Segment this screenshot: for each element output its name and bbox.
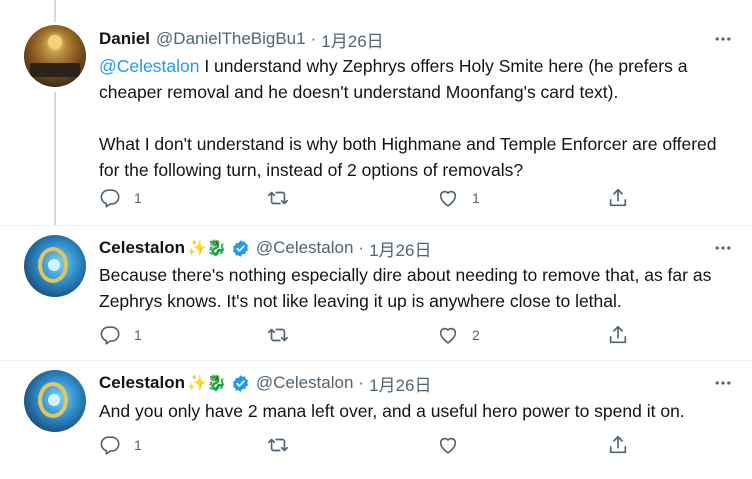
tweet-date[interactable]: 1月26日 (321, 27, 383, 52)
retweet-icon (268, 438, 288, 452)
more-options-icon[interactable] (712, 372, 734, 394)
reply-count: 1 (134, 327, 142, 343)
share-icon (609, 325, 627, 344)
more-options-icon[interactable] (712, 237, 734, 259)
author-name[interactable]: Daniel (99, 29, 150, 49)
retweet-icon (268, 191, 288, 205)
retweet-button[interactable] (267, 185, 302, 211)
verified-badge-icon (231, 239, 250, 258)
retweet-icon (268, 328, 288, 342)
tweet-date[interactable]: 1月26日 (369, 236, 431, 261)
share-button[interactable] (607, 432, 629, 458)
reply-icon (100, 189, 120, 208)
like-count: 1 (472, 190, 480, 206)
share-icon (609, 435, 627, 454)
reply-icon (100, 326, 120, 345)
author-handle[interactable]: @DanielTheBigBu1 (156, 29, 306, 49)
tweet-header: Celestalon ✨🐉 @Celestalon · 1月26日 (99, 371, 712, 396)
reply-button[interactable]: 1 (99, 322, 142, 348)
author-handle[interactable]: @Celestalon (256, 373, 354, 393)
reply-count: 1 (134, 190, 142, 206)
thread-line (54, 0, 56, 22)
author-name[interactable]: Celestalon (99, 238, 185, 258)
tweet[interactable]: Daniel @DanielTheBigBu1 · 1月26日 @Celesta… (0, 0, 752, 225)
heart-icon (439, 437, 457, 454)
like-count: 2 (472, 327, 480, 343)
tweet-text: Because there's nothing especially dire … (99, 265, 717, 311)
avatar[interactable] (24, 235, 86, 297)
more-options-icon[interactable] (712, 28, 734, 50)
author-emoji: ✨🐉 (186, 240, 227, 257)
verified-badge-icon (231, 374, 250, 393)
reply-icon (100, 436, 120, 455)
like-button[interactable]: 1 (437, 185, 480, 211)
reply-button[interactable]: 1 (99, 185, 142, 211)
heart-icon (439, 327, 457, 344)
separator: · (358, 238, 365, 257)
tweet-actions: 1 1 (99, 185, 639, 211)
author-emoji: ✨🐉 (186, 375, 227, 392)
share-button[interactable] (607, 322, 629, 348)
tweet-actions: 1 2 (99, 322, 639, 348)
avatar[interactable] (24, 25, 86, 87)
tweet[interactable]: Celestalon ✨🐉 @Celestalon · 1月26日 Becaus… (0, 225, 752, 360)
author-name[interactable]: Celestalon (99, 373, 185, 393)
avatar[interactable] (24, 370, 86, 432)
tweet-actions: 1 (99, 432, 639, 458)
separator: · (358, 373, 365, 392)
retweet-button[interactable] (267, 322, 302, 348)
tweet-date[interactable]: 1月26日 (369, 371, 431, 396)
author-handle[interactable]: @Celestalon (256, 238, 354, 258)
mention-link[interactable]: @Celestalon (99, 56, 199, 76)
thread-line (54, 92, 56, 225)
share-button[interactable] (607, 185, 629, 211)
heart-icon (439, 190, 457, 207)
share-icon (609, 188, 627, 207)
tweet-header: Celestalon ✨🐉 @Celestalon · 1月26日 (99, 236, 712, 261)
tweet-text: @Celestalon I understand why Zephrys off… (99, 53, 734, 183)
reply-button[interactable]: 1 (99, 432, 142, 458)
like-button[interactable] (437, 432, 472, 458)
retweet-button[interactable] (267, 432, 302, 458)
like-button[interactable]: 2 (437, 322, 480, 348)
tweet[interactable]: Celestalon ✨🐉 @Celestalon · 1月26日 And yo… (0, 360, 752, 479)
separator: · (310, 29, 317, 48)
tweet-text: And you only have 2 mana left over, and … (99, 401, 685, 421)
tweet-header: Daniel @DanielTheBigBu1 · 1月26日 (99, 27, 712, 52)
reply-count: 1 (134, 437, 142, 453)
